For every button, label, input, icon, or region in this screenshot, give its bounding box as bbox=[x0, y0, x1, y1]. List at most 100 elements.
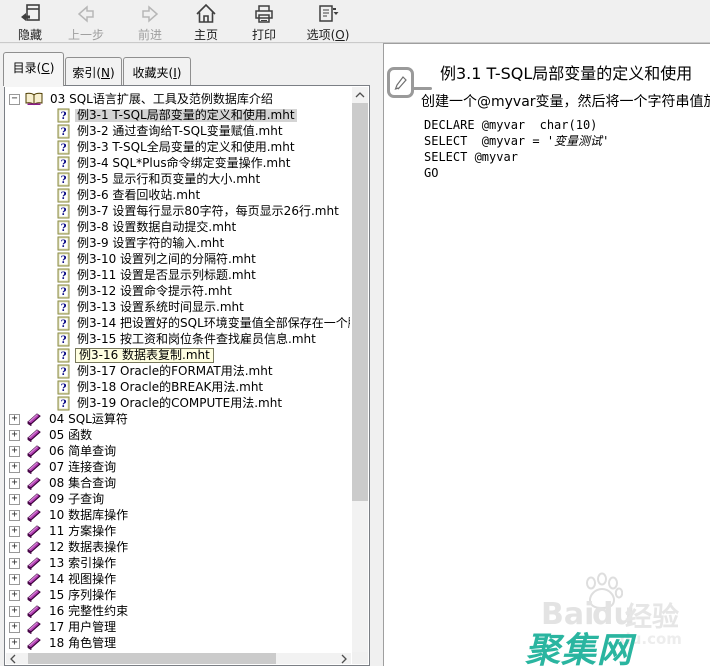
horizontal-scroll-thumb[interactable] bbox=[28, 653, 276, 664]
tree-item-label[interactable]: 07 连接查询 bbox=[47, 461, 118, 474]
tree-item[interactable]: ?例3-3 T-SQL全局变量的定义和使用.mht bbox=[7, 139, 350, 155]
tree-item[interactable]: +17 用户管理 bbox=[7, 619, 350, 635]
tree-item-label[interactable]: 18 角色管理 bbox=[47, 637, 118, 650]
expand-toggle[interactable]: + bbox=[9, 462, 20, 473]
tree-item-label[interactable]: 例3-13 设置系统时间显示.mht bbox=[75, 301, 246, 314]
tree-item-label[interactable]: 例3-9 设置字符的输入.mht bbox=[75, 237, 226, 250]
expand-toggle[interactable]: + bbox=[9, 638, 20, 649]
tree-item-label[interactable]: 例3-8 设置数据自动提交.mht bbox=[75, 221, 238, 234]
tab-favorites[interactable]: 收藏夹(I) bbox=[123, 57, 191, 86]
options-button[interactable]: 选项(O) bbox=[296, 2, 360, 43]
tree-item[interactable]: ?例3-11 设置是否显示列标题.mht bbox=[7, 267, 350, 283]
expand-toggle[interactable]: + bbox=[9, 430, 20, 441]
print-button[interactable]: 打印 bbox=[238, 2, 290, 43]
tree-item[interactable]: ?例3-8 设置数据自动提交.mht bbox=[7, 219, 350, 235]
tree-item-label[interactable]: 例3-11 设置是否显示列标题.mht bbox=[75, 269, 258, 282]
tree-item-label[interactable]: 13 索引操作 bbox=[47, 557, 118, 570]
expand-toggle[interactable]: + bbox=[9, 414, 20, 425]
tree-item[interactable]: ?例3-4 SQL*Plus命令绑定变量操作.mht bbox=[7, 155, 350, 171]
tree-item[interactable]: ?例3-5 显示行和页变量的大小.mht bbox=[7, 171, 350, 187]
tree-item[interactable]: +04 SQL运算符 bbox=[7, 411, 350, 427]
tree-item-label[interactable]: 05 函数 bbox=[47, 429, 94, 442]
expand-toggle[interactable]: + bbox=[9, 478, 20, 489]
tree-item[interactable]: +10 数据库操作 bbox=[7, 507, 350, 523]
tree-item[interactable]: ?例3-18 Oracle的BREAK用法.mht bbox=[7, 379, 350, 395]
tree-item-label[interactable]: 例3-17 Oracle的FORMAT用法.mht bbox=[75, 365, 275, 378]
tree-item[interactable]: +05 函数 bbox=[7, 427, 350, 443]
tree-item-label[interactable]: 11 方案操作 bbox=[47, 525, 118, 538]
tree-item-label[interactable]: 例3-14 把设置好的SQL环境变量值全部保存在一个脚本 bbox=[75, 317, 350, 330]
tree-item-label[interactable]: 12 数据表操作 bbox=[47, 541, 130, 554]
scroll-left-arrow[interactable] bbox=[6, 653, 20, 664]
expand-toggle[interactable]: + bbox=[9, 590, 20, 601]
tree-item-label[interactable]: 14 视图操作 bbox=[47, 573, 118, 586]
tree-item-label[interactable]: 06 简单查询 bbox=[47, 445, 118, 458]
tree-item[interactable]: +14 视图操作 bbox=[7, 571, 350, 587]
tree-item-label[interactable]: 例3-16 数据表复制.mht bbox=[75, 348, 214, 363]
tree-item-label[interactable]: 03 SQL语言扩展、工具及范例数据库介绍 bbox=[48, 93, 275, 106]
tree-item-label[interactable]: 15 序列操作 bbox=[47, 589, 118, 602]
collapse-toggle[interactable]: − bbox=[9, 94, 20, 105]
tree-item[interactable]: +07 连接查询 bbox=[7, 459, 350, 475]
expand-toggle[interactable]: + bbox=[9, 606, 20, 617]
tree-item-label[interactable]: 09 子查询 bbox=[47, 493, 106, 506]
tree-item[interactable]: ?例3-6 查看回收站.mht bbox=[7, 187, 350, 203]
home-button[interactable]: 主页 bbox=[180, 2, 232, 43]
tree-item-label[interactable]: 16 完整性约束 bbox=[47, 605, 130, 618]
expand-toggle[interactable]: + bbox=[9, 622, 20, 633]
expand-toggle[interactable]: + bbox=[9, 574, 20, 585]
expand-toggle[interactable]: + bbox=[9, 542, 20, 553]
tree-item[interactable]: ?例3-15 按工资和岗位条件查找雇员信息.mht bbox=[7, 331, 350, 347]
tree-item-label[interactable]: 例3-2 通过查询给T-SQL变量赋值.mht bbox=[75, 125, 285, 138]
tree-item-label[interactable]: 例3-18 Oracle的BREAK用法.mht bbox=[75, 381, 265, 394]
tree-item-label[interactable]: 08 集合查询 bbox=[47, 477, 118, 490]
tree-item-label[interactable]: 例3-15 按工资和岗位条件查找雇员信息.mht bbox=[75, 333, 318, 346]
scroll-right-arrow[interactable] bbox=[337, 653, 351, 664]
tree-item-label[interactable]: 例3-7 设置每行显示80字符，每页显示26行.mht bbox=[75, 205, 341, 218]
tree-item[interactable]: ?例3-14 把设置好的SQL环境变量值全部保存在一个脚本 bbox=[7, 315, 350, 331]
expand-toggle[interactable]: + bbox=[9, 526, 20, 537]
tree-item-label[interactable]: 17 用户管理 bbox=[47, 621, 118, 634]
tree-item[interactable]: +19 权限管理 bbox=[7, 651, 350, 652]
tree-item[interactable]: +06 简单查询 bbox=[7, 443, 350, 459]
tree-item[interactable]: +13 索引操作 bbox=[7, 555, 350, 571]
scroll-up-arrow[interactable] bbox=[352, 87, 368, 102]
expand-toggle[interactable]: + bbox=[9, 494, 20, 505]
tree-item-label[interactable]: 例3-3 T-SQL全局变量的定义和使用.mht bbox=[75, 141, 297, 154]
tree-item-label[interactable]: 10 数据库操作 bbox=[47, 509, 130, 522]
tree-item[interactable]: +18 角色管理 bbox=[7, 635, 350, 651]
tree-item[interactable]: ?例3-16 数据表复制.mht bbox=[7, 347, 350, 363]
tree-item[interactable]: +11 方案操作 bbox=[7, 523, 350, 539]
tree-item-label[interactable]: 例3-10 设置列之间的分隔符.mht bbox=[75, 253, 258, 266]
tree-item[interactable]: +16 完整性约束 bbox=[7, 603, 350, 619]
tree-item[interactable]: ?例3-2 通过查询给T-SQL变量赋值.mht bbox=[7, 123, 350, 139]
expand-toggle[interactable]: + bbox=[9, 510, 20, 521]
hide-button[interactable]: 隐藏 bbox=[6, 2, 54, 43]
tab-index[interactable]: 索引(N) bbox=[65, 57, 122, 86]
tree-item[interactable]: ?例3-12 设置命令提示符.mht bbox=[7, 283, 350, 299]
tree-item-label[interactable]: 例3-6 查看回收站.mht bbox=[75, 189, 202, 202]
tree-horizontal-scrollbar[interactable] bbox=[6, 653, 351, 664]
tree-item-label[interactable]: 例3-4 SQL*Plus命令绑定变量操作.mht bbox=[75, 157, 292, 170]
tree-vertical-scrollbar[interactable] bbox=[352, 87, 368, 664]
tree-item[interactable]: ?例3-19 Oracle的COMPUTE用法.mht bbox=[7, 395, 350, 411]
tree-item[interactable]: +12 数据表操作 bbox=[7, 539, 350, 555]
tree-item[interactable]: +09 子查询 bbox=[7, 491, 350, 507]
expand-toggle[interactable]: + bbox=[9, 558, 20, 569]
tree-item-label[interactable]: 例3-19 Oracle的COMPUTE用法.mht bbox=[75, 397, 284, 410]
tab-contents[interactable]: 目录(C) bbox=[3, 52, 64, 86]
tree-item-label[interactable]: 例3-1 T-SQL局部变量的定义和使用.mht bbox=[75, 109, 297, 122]
tree-item[interactable]: ?例3-10 设置列之间的分隔符.mht bbox=[7, 251, 350, 267]
tree-item[interactable]: +08 集合查询 bbox=[7, 475, 350, 491]
tree-item[interactable]: ?例3-17 Oracle的FORMAT用法.mht bbox=[7, 363, 350, 379]
tree-item-label[interactable]: 例3-5 显示行和页变量的大小.mht bbox=[75, 173, 262, 186]
tree-item[interactable]: +15 序列操作 bbox=[7, 587, 350, 603]
expand-toggle[interactable]: + bbox=[9, 446, 20, 457]
tree-item-label[interactable]: 04 SQL运算符 bbox=[47, 413, 130, 426]
tree-item[interactable]: ?例3-7 设置每行显示80字符，每页显示26行.mht bbox=[7, 203, 350, 219]
vertical-scroll-thumb[interactable] bbox=[352, 103, 368, 501]
tree-item[interactable]: ?例3-13 设置系统时间显示.mht bbox=[7, 299, 350, 315]
tree-item[interactable]: ?例3-9 设置字符的输入.mht bbox=[7, 235, 350, 251]
tree-item[interactable]: − 03 SQL语言扩展、工具及范例数据库介绍 bbox=[7, 91, 350, 107]
tree-item-label[interactable]: 例3-12 设置命令提示符.mht bbox=[75, 285, 234, 298]
